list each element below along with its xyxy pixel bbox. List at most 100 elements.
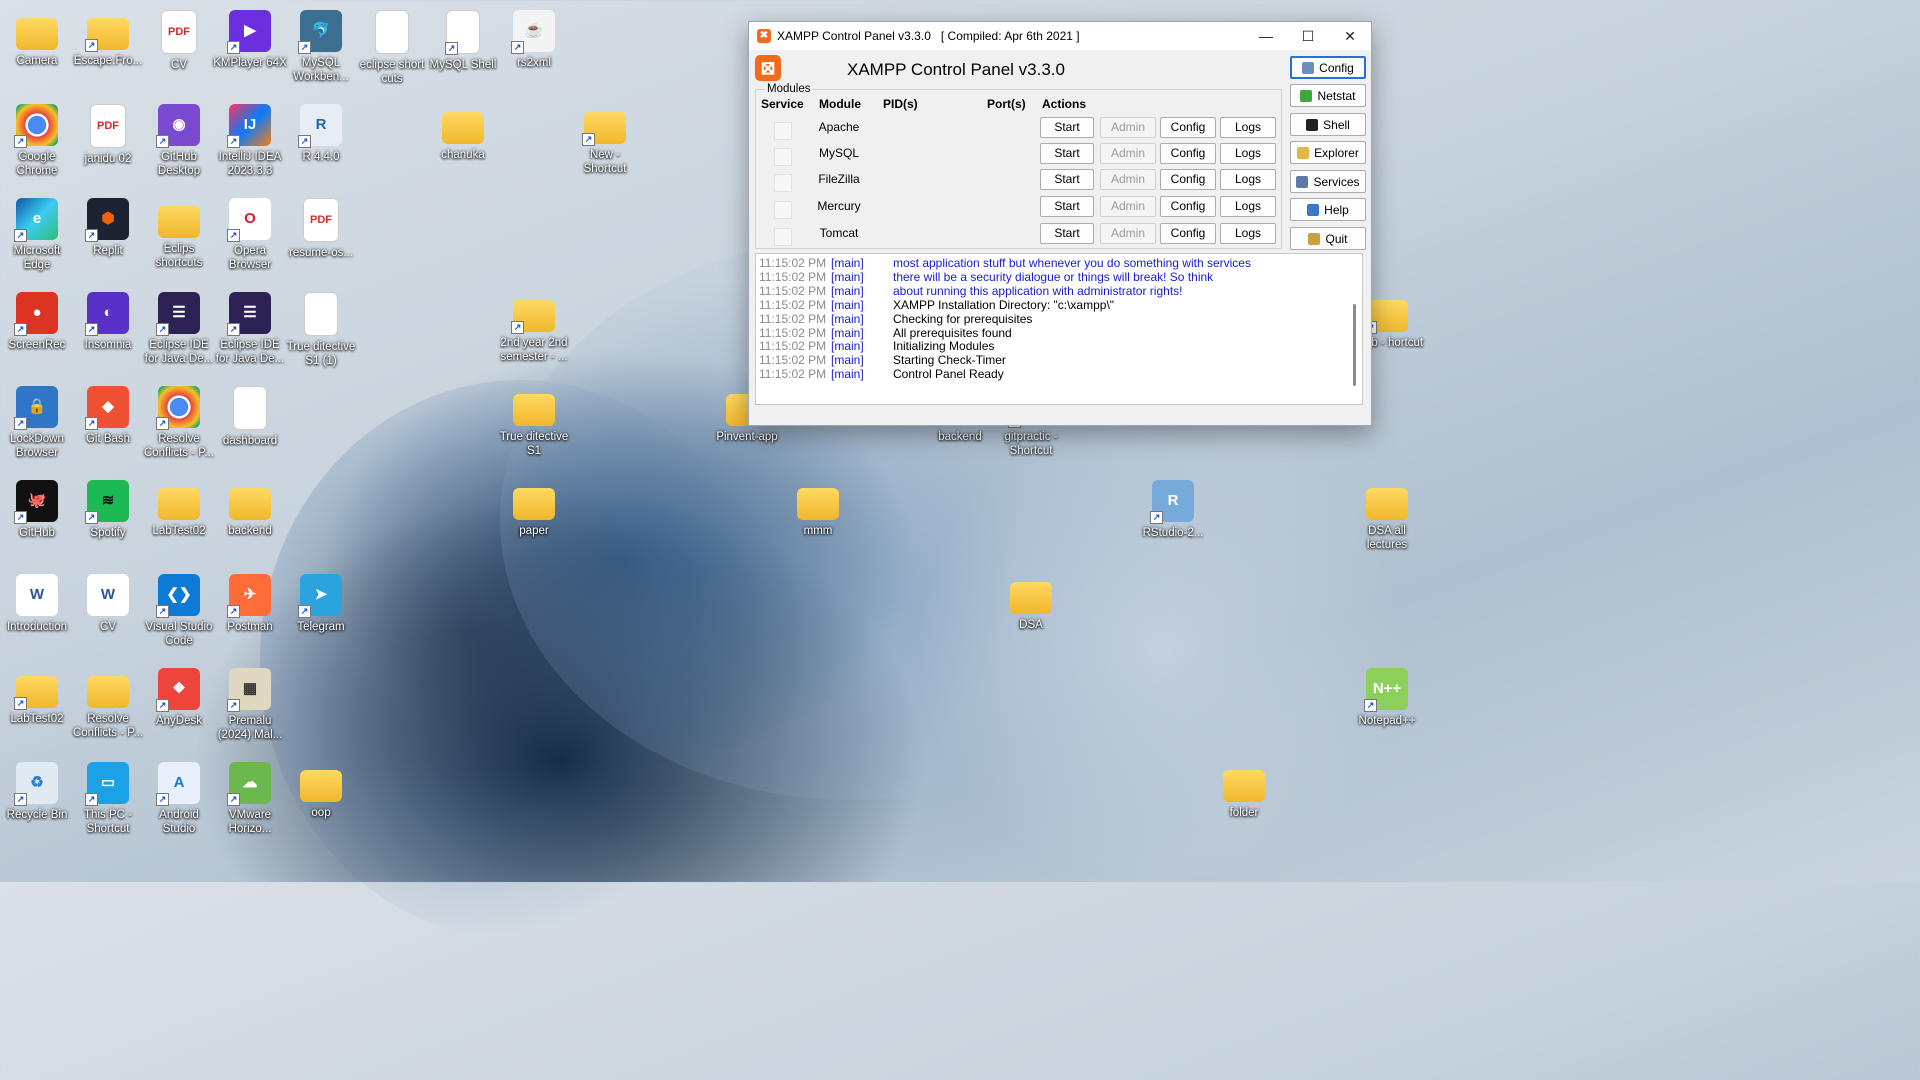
folder-icon [158, 488, 200, 520]
desktop-icon[interactable]: W CV [71, 568, 145, 658]
service-checkbox[interactable] [774, 122, 792, 140]
desktop-icon[interactable]: True ditective S1 [497, 380, 571, 470]
quit-side-button[interactable]: Quit [1290, 227, 1366, 250]
start-button[interactable]: Start [1040, 196, 1094, 217]
desktop-icon[interactable]: ❮❯ ↗ Visual Studio Code [142, 568, 216, 658]
admin-button[interactable]: Admin [1100, 169, 1156, 190]
desktop-icon[interactable]: ♻ ↗ Recycle Bin [0, 756, 74, 846]
service-checkbox[interactable] [774, 174, 792, 192]
desktop-icon[interactable]: ◉ ↗ GitHub Desktop [142, 98, 216, 188]
desktop-icon[interactable]: ▦ ↗ Premalu (2024) Mal... [213, 662, 287, 752]
log-scrollbar[interactable] [1353, 304, 1356, 386]
desktop-icon[interactable]: Resolve Conflicts - P... [71, 662, 145, 752]
desktop-icon[interactable]: ☰ ↗ Eclipse IDE for Java De... [213, 286, 287, 376]
desktop-icon[interactable]: ☰ ↗ Eclipse IDE for Java De... [142, 286, 216, 376]
desktop-icon[interactable]: 🔒 ↗ LockDown Browser [0, 380, 74, 470]
desktop-icon[interactable]: ◆ ↗ Git Bash [71, 380, 145, 470]
close-button[interactable]: ✕ [1329, 22, 1371, 50]
desktop-icon[interactable]: ↗ New - Shortcut [568, 98, 642, 188]
desktop-icon[interactable]: O ↗ Opera Browser [213, 192, 287, 282]
desktop-icon[interactable]: ⬢ ↗ Replit [71, 192, 145, 282]
logs-button[interactable]: Logs [1220, 223, 1276, 244]
desktop-icon[interactable]: eclipse short cuts [355, 4, 429, 94]
desktop-icon[interactable]: chanuka [426, 98, 500, 188]
desktop-icon[interactable]: DSA all lectures [1350, 474, 1424, 564]
service-checkbox[interactable] [774, 201, 792, 219]
desktop-icon[interactable]: mmm [781, 474, 855, 564]
desktop-icon[interactable]: ▶ ↗ KMPlayer 64X [213, 4, 287, 94]
desktop-icon[interactable]: 🐙 ↗ GitHub [0, 474, 74, 564]
admin-button[interactable]: Admin [1100, 143, 1156, 164]
pdf-icon: PDF [161, 10, 197, 54]
shell-side-button[interactable]: Shell [1290, 113, 1366, 136]
minimize-button[interactable]: — [1245, 22, 1287, 50]
desktop-icon[interactable]: ↗ LabTest02 [0, 662, 74, 752]
desktop-icon[interactable]: PDF janidu 02 [71, 98, 145, 188]
desktop-icon[interactable]: ≋ ↗ Spotify [71, 474, 145, 564]
desktop-icon[interactable]: W Introduction [0, 568, 74, 658]
config-button[interactable]: Config [1160, 169, 1216, 190]
logs-button[interactable]: Logs [1220, 169, 1276, 190]
desktop-icon[interactable]: ↗ Resolve Conflicts - P... [142, 380, 216, 470]
services-side-button[interactable]: Services [1290, 170, 1366, 193]
desktop-icon[interactable]: dashboard [213, 380, 287, 470]
title-bar[interactable]: ✖ XAMPP Control Panel v3.3.0 [ Compiled:… [749, 22, 1371, 50]
desktop-icon-label: eclipse short cuts [359, 59, 425, 85]
desktop-icon-label: Telegram [297, 621, 345, 633]
log-tag: [main] [831, 269, 864, 284]
logs-button[interactable]: Logs [1220, 143, 1276, 164]
admin-button[interactable]: Admin [1100, 196, 1156, 217]
desktop-icon[interactable]: IJ ↗ IntelliJ IDEA 2023.3.3 [213, 98, 287, 188]
desktop-icon[interactable]: ✈ ↗ Postman [213, 568, 287, 658]
desktop-icon[interactable]: 🐬 ↗ MySQL Workben... [284, 4, 358, 94]
start-button[interactable]: Start [1040, 169, 1094, 190]
desktop-icon[interactable]: e ↗ Microsoft Edge [0, 192, 74, 282]
desktop-icon[interactable]: ↗ MySQL Shell [426, 4, 500, 94]
logs-button[interactable]: Logs [1220, 117, 1276, 138]
desktop-icon[interactable]: paper [497, 474, 571, 564]
config-button[interactable]: Config [1160, 143, 1216, 164]
config-button[interactable]: Config [1160, 117, 1216, 138]
start-button[interactable]: Start [1040, 143, 1094, 164]
start-button[interactable]: Start [1040, 117, 1094, 138]
this-pc-icon: ▭ ↗ [85, 762, 129, 806]
desktop-icon[interactable]: ↗ Escape.Fro... [71, 4, 145, 94]
desktop-icon[interactable]: ▭ ↗ This PC - Shortcut [71, 756, 145, 846]
logs-button[interactable]: Logs [1220, 196, 1276, 217]
start-button[interactable]: Start [1040, 223, 1094, 244]
desktop-icon[interactable]: True ditective S1 (1) [284, 286, 358, 376]
desktop-icon[interactable]: N++ ↗ Notepad++ [1350, 662, 1424, 752]
desktop-icon[interactable]: R ↗ RStudio-2... [1136, 474, 1210, 564]
config-button[interactable]: Config [1160, 223, 1216, 244]
config-side-button[interactable]: Config [1290, 56, 1366, 79]
log-panel[interactable]: 11:15:02 PM [main] most application stuff … [755, 253, 1363, 405]
admin-button[interactable]: Admin [1100, 223, 1156, 244]
admin-button[interactable]: Admin [1100, 117, 1156, 138]
desktop-icon[interactable]: ☁ ↗ VMware Horizo... [213, 756, 287, 846]
desktop-icon[interactable]: folder [1207, 756, 1281, 846]
explorer-side-button[interactable]: Explorer [1290, 141, 1366, 164]
desktop-icon[interactable]: ❖ ↗ AnyDesk [142, 662, 216, 752]
desktop-icon[interactable]: R ↗ R 4.4.0 [284, 98, 358, 188]
desktop-icon[interactable]: ◐ ↗ Insomnia [71, 286, 145, 376]
maximize-button[interactable]: ☐ [1287, 22, 1329, 50]
netstat-side-button[interactable]: Netstat [1290, 84, 1366, 107]
desktop-icon[interactable]: DSA [994, 568, 1068, 658]
desktop-icon[interactable]: ☕ ↗ rs2xml [497, 4, 571, 94]
help-side-button[interactable]: Help [1290, 198, 1366, 221]
desktop-icon[interactable]: A ↗ Android Studio [142, 756, 216, 846]
config-button[interactable]: Config [1160, 196, 1216, 217]
desktop-icon[interactable]: backend [213, 474, 287, 564]
desktop-icon[interactable]: Eclips shortcuts [142, 192, 216, 282]
desktop-icon[interactable]: ➤ ↗ Telegram [284, 568, 358, 658]
desktop-icon[interactable]: LabTest02 [142, 474, 216, 564]
desktop-icon[interactable]: PDF CV [142, 4, 216, 94]
service-checkbox[interactable] [774, 148, 792, 166]
desktop-icon[interactable]: ● ↗ ScreenRec [0, 286, 74, 376]
desktop-icon[interactable]: oop [284, 756, 358, 846]
service-checkbox[interactable] [774, 228, 792, 246]
desktop-icon[interactable]: ↗ 2nd year 2nd semester - ... [497, 286, 571, 376]
desktop-icon[interactable]: PDF resume-os... [284, 192, 358, 282]
desktop-icon[interactable]: ↗ Google Chrome [0, 98, 74, 188]
desktop-icon[interactable]: Camera [0, 4, 74, 94]
